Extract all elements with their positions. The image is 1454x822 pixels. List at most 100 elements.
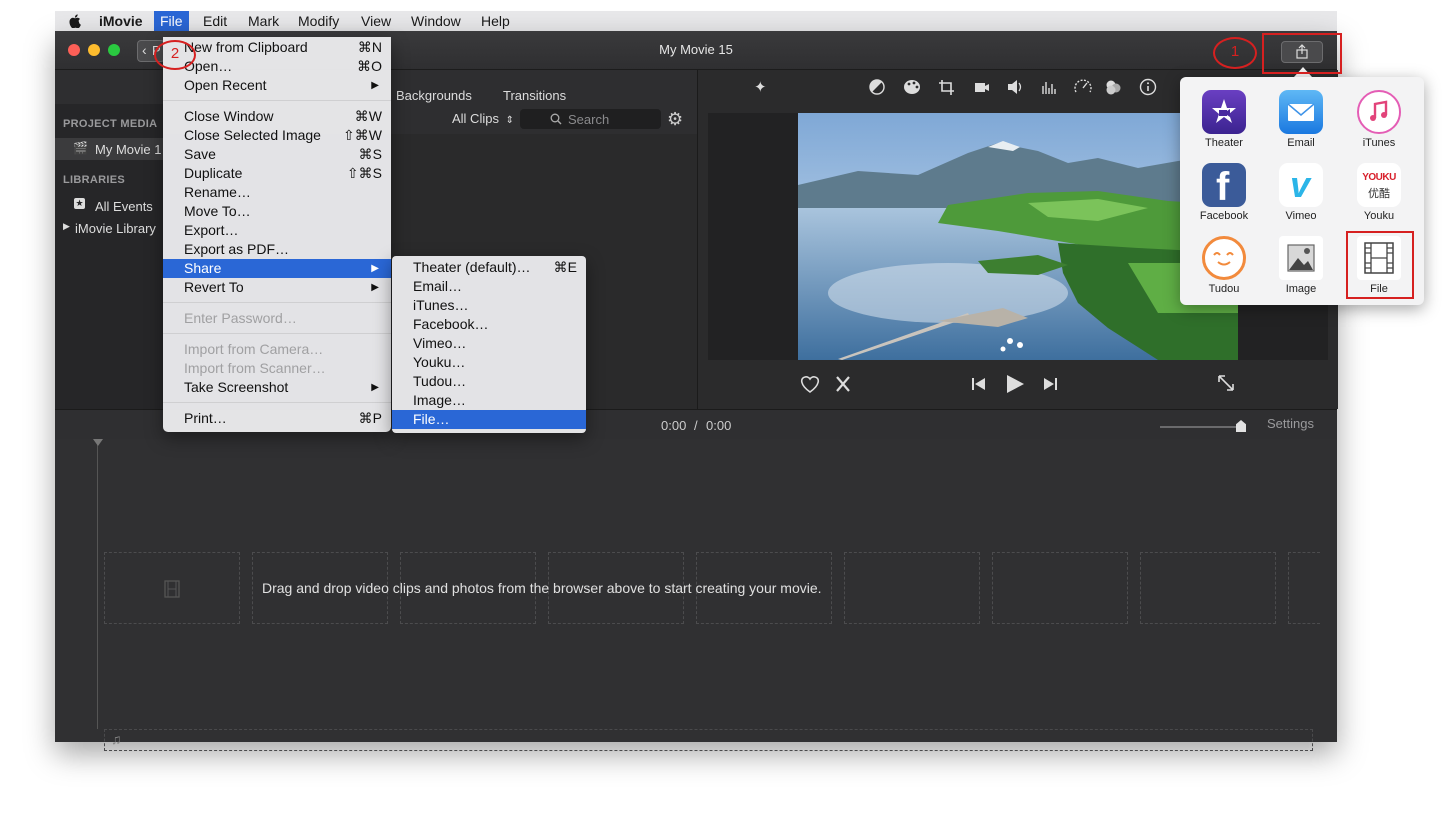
- share-item-image[interactable]: Image…: [392, 391, 586, 410]
- menu-help[interactable]: Help: [475, 11, 516, 31]
- share-item-email[interactable]: Email…: [392, 277, 586, 296]
- speed-icon[interactable]: [1074, 79, 1092, 93]
- tudou-icon: [1202, 236, 1246, 280]
- crop-icon[interactable]: [939, 80, 954, 95]
- menu-item-revert-to[interactable]: Revert To ▶: [163, 278, 391, 297]
- music-note-icon: ♫: [111, 731, 122, 747]
- search-placeholder: Search: [568, 112, 610, 127]
- menu-item-close-window[interactable]: Close Window ⌘W: [163, 107, 391, 126]
- share-target-youku[interactable]: YOUKU 优酷 Youku: [1344, 163, 1414, 222]
- film-icon: [164, 580, 180, 598]
- fullscreen-icon[interactable]: [1218, 375, 1234, 391]
- menu-item-print[interactable]: Print… ⌘P: [163, 409, 391, 428]
- share-target-facebook[interactable]: f Facebook: [1189, 163, 1259, 222]
- timeline-settings-button[interactable]: Settings: [1267, 416, 1314, 431]
- menu-item-share[interactable]: Share ▶: [163, 259, 391, 278]
- menu-separator: [163, 333, 391, 334]
- itunes-label: iTunes: [1362, 137, 1396, 149]
- video-preview: [798, 113, 1238, 360]
- info-icon[interactable]: [1139, 78, 1157, 96]
- stabilization-icon[interactable]: [975, 83, 989, 92]
- file-menu: New from Clipboard ⌘N Open… ⌘O Open Recent…: [163, 37, 391, 432]
- annotation-circle-2: 2: [154, 40, 196, 70]
- filter-icon[interactable]: [1106, 80, 1121, 95]
- menu-item-duplicate[interactable]: Duplicate ⇧⌘S: [163, 164, 391, 183]
- share-submenu: Theater (default)… ⌘E Email… iTunes… Face…: [392, 256, 586, 433]
- menu-window[interactable]: Window: [405, 11, 467, 31]
- share-target-theater[interactable]: Theater: [1189, 90, 1259, 149]
- clips-filter-select[interactable]: All Clips ⇕: [452, 111, 514, 126]
- favorite-heart-icon[interactable]: [800, 376, 820, 393]
- share-target-tudou[interactable]: Tudou: [1189, 236, 1259, 295]
- audio-track: ♫: [104, 729, 1313, 751]
- image-icon: [1279, 236, 1323, 280]
- placeholder-slot: [104, 552, 240, 624]
- youku-icon: YOUKU 优酷: [1357, 163, 1401, 207]
- menu-item-move-to[interactable]: Move To…: [163, 202, 391, 221]
- skip-back-icon[interactable]: [972, 378, 985, 390]
- menu-item-export[interactable]: Export…: [163, 221, 391, 240]
- share-target-itunes[interactable]: iTunes: [1344, 90, 1414, 149]
- color-palette-icon[interactable]: [904, 80, 920, 94]
- time-separator: /: [694, 418, 698, 433]
- menu-edit[interactable]: Edit: [197, 11, 233, 31]
- library-item[interactable]: ▶ iMovie Library: [55, 216, 163, 238]
- clapper-icon: 🎬: [73, 141, 88, 155]
- gear-icon[interactable]: ⚙: [667, 109, 687, 129]
- color-balance-icon[interactable]: [868, 78, 885, 95]
- share-item-youku[interactable]: Youku…: [392, 353, 586, 372]
- facebook-label: Facebook: [1199, 210, 1249, 222]
- menu-item-open-recent[interactable]: Open Recent ▶: [163, 76, 391, 95]
- theater-icon: [1202, 90, 1246, 134]
- share-target-vimeo[interactable]: v Vimeo: [1266, 163, 1336, 222]
- share-item-tudou[interactable]: Tudou…: [392, 372, 586, 391]
- menu-file[interactable]: File: [154, 11, 189, 31]
- timeline: Drag and drop video clips and photos fro…: [55, 439, 1337, 751]
- menu-item-export-as-pdf[interactable]: Export as PDF…: [163, 240, 391, 259]
- volume-icon[interactable]: [1008, 80, 1022, 94]
- tab-backgrounds[interactable]: Backgrounds: [396, 88, 472, 103]
- share-item-vimeo[interactable]: Vimeo…: [392, 334, 586, 353]
- vimeo-icon: v: [1279, 163, 1323, 207]
- placeholder-slot: [844, 552, 980, 624]
- menu-item-rename[interactable]: Rename…: [163, 183, 391, 202]
- playhead-line: [97, 441, 98, 729]
- library-label: iMovie Library: [75, 221, 156, 236]
- menu-item-enter-password: Enter Password…: [184, 310, 297, 326]
- menu-separator: [163, 302, 391, 303]
- annotation-circle-1: 1: [1213, 37, 1257, 69]
- menu-item-close-selected-image[interactable]: Close Selected Image ⇧⌘W: [163, 126, 391, 145]
- equalizer-icon[interactable]: [1042, 82, 1056, 94]
- project-item[interactable]: 🎬 My Movie 1: [55, 138, 163, 160]
- menu-modify[interactable]: Modify: [292, 11, 345, 31]
- menu-item-open[interactable]: Open… ⌘O: [163, 57, 391, 76]
- menu-item-new-from-clipboard[interactable]: New from Clipboard ⌘N: [163, 38, 391, 57]
- zoom-slider-track[interactable]: [1160, 426, 1242, 428]
- share-target-image[interactable]: Image: [1266, 236, 1336, 295]
- reject-icon[interactable]: [836, 376, 850, 392]
- itunes-icon: [1357, 90, 1401, 134]
- menu-item-take-screenshot[interactable]: Take Screenshot ▶: [163, 378, 391, 397]
- submenu-arrow-icon: ▶: [371, 382, 379, 393]
- share-item-theater[interactable]: Theater (default)… ⌘E: [392, 258, 586, 277]
- apple-icon[interactable]: [63, 11, 87, 31]
- play-icon[interactable]: [1007, 375, 1024, 393]
- zoom-slider-thumb[interactable]: [1236, 420, 1246, 432]
- share-item-file[interactable]: File…: [392, 410, 586, 429]
- project-item-label: My Movie 1: [95, 142, 162, 157]
- disclosure-triangle-icon[interactable]: ▶: [63, 221, 70, 232]
- search-input[interactable]: Search: [520, 109, 661, 129]
- menu-imovie[interactable]: iMovie: [93, 11, 149, 31]
- menu-mark[interactable]: Mark: [242, 11, 285, 31]
- share-item-facebook[interactable]: Facebook…: [392, 315, 586, 334]
- image-label: Image: [1285, 283, 1317, 295]
- share-item-itunes[interactable]: iTunes…: [392, 296, 586, 315]
- magic-wand-icon[interactable]: ✦: [754, 78, 767, 96]
- skip-forward-icon[interactable]: [1044, 378, 1057, 390]
- menu-item-save[interactable]: Save ⌘S: [163, 145, 391, 164]
- all-events-item[interactable]: ★ All Events: [55, 194, 163, 216]
- playhead-marker: [93, 439, 103, 446]
- share-target-email[interactable]: Email: [1266, 90, 1336, 149]
- menu-view[interactable]: View: [355, 11, 397, 31]
- tab-transitions[interactable]: Transitions: [503, 88, 566, 103]
